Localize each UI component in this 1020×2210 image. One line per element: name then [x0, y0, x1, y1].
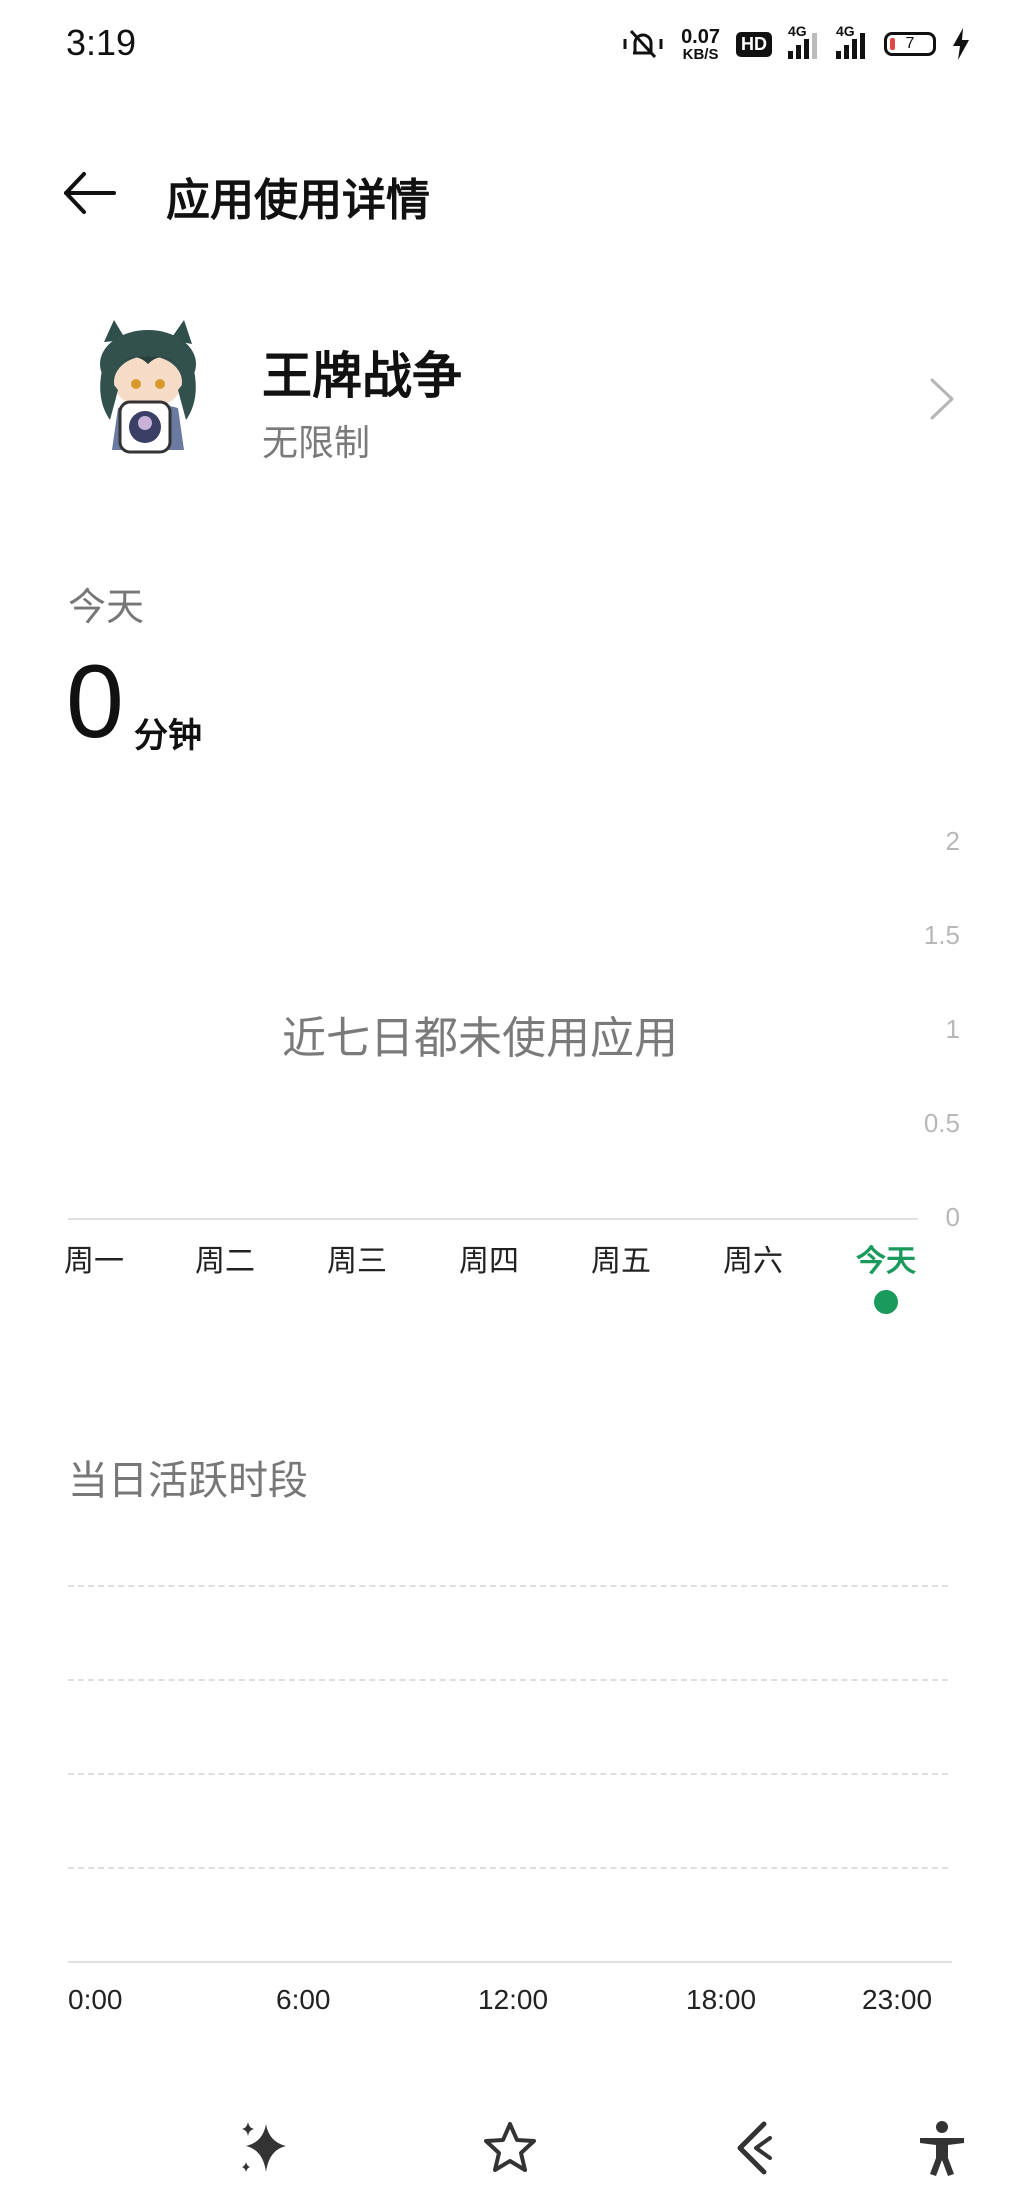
- status-icons: 0.07 KB/S HD 4G 4G 7: [621, 22, 970, 66]
- empty-state-message: 近七日都未使用应用: [282, 1013, 678, 1064]
- gridline: [68, 1867, 948, 1869]
- day-label-today[interactable]: 今天: [826, 1236, 946, 1280]
- summary-label: 今天: [68, 585, 145, 629]
- battery-icon: 7: [884, 32, 936, 56]
- status-time: 3:19: [66, 22, 137, 63]
- charging-icon: [953, 28, 969, 60]
- network-speed-value: 0.07: [681, 25, 720, 48]
- selected-day-indicator: [874, 1290, 898, 1314]
- gridline: [68, 1679, 948, 1681]
- page-title: 应用使用详情: [166, 175, 430, 226]
- day-label-tue[interactable]: 周二: [165, 1236, 285, 1280]
- back-nav-icon[interactable]: [726, 2118, 786, 2178]
- y-tick-label: 0.5: [923, 1108, 960, 1138]
- network-speed-unit: KB/S: [682, 45, 719, 63]
- star-icon[interactable]: [480, 2118, 540, 2178]
- day-label-thu[interactable]: 周四: [429, 1236, 549, 1280]
- active-hours-title: 当日活跃时段: [68, 1458, 308, 1504]
- hour-tick-label: 12:00: [478, 1984, 549, 2015]
- usage-value: 0: [66, 644, 124, 760]
- hd-badge: HD: [736, 31, 772, 57]
- day-label-fri[interactable]: 周五: [561, 1236, 681, 1280]
- hour-axis-line: [68, 1961, 952, 1963]
- usage-unit: 分钟: [134, 716, 202, 756]
- signal-icon-2: 4G: [836, 23, 868, 59]
- back-arrow-icon[interactable]: [60, 168, 120, 218]
- day-label-wed[interactable]: 周三: [297, 1236, 417, 1280]
- day-label-sat[interactable]: 周六: [693, 1236, 813, 1280]
- gridline: [68, 1585, 948, 1587]
- app-limit-status: 无限制: [262, 423, 371, 464]
- hour-tick-label: 0:00: [68, 1984, 123, 2015]
- app-avatar-icon: [100, 320, 196, 454]
- y-tick-label: 1.5: [923, 920, 960, 950]
- mute-vibrate-icon: [623, 29, 663, 59]
- signal-icon: 4G: [788, 23, 820, 59]
- network-speed: 0.07 KB/S: [681, 27, 720, 62]
- app-name: 王牌战争: [262, 347, 462, 405]
- day-label-mon[interactable]: 周一: [34, 1236, 154, 1280]
- sparkle-icon[interactable]: [236, 2118, 296, 2178]
- signal-label: 4G: [788, 23, 807, 39]
- battery-level: 7: [905, 35, 915, 52]
- hour-tick-label: 6:00: [276, 1984, 331, 2015]
- week-axis-line: [68, 1218, 918, 1220]
- signal-label-2: 4G: [836, 23, 855, 39]
- chevron-right-icon: [930, 378, 954, 420]
- hour-tick-label: 23:00: [862, 1984, 933, 2015]
- y-tick-label: 2: [945, 826, 960, 856]
- hour-tick-label: 18:00: [686, 1984, 757, 2015]
- gridline: [68, 1773, 948, 1775]
- accessibility-icon[interactable]: [912, 2118, 972, 2178]
